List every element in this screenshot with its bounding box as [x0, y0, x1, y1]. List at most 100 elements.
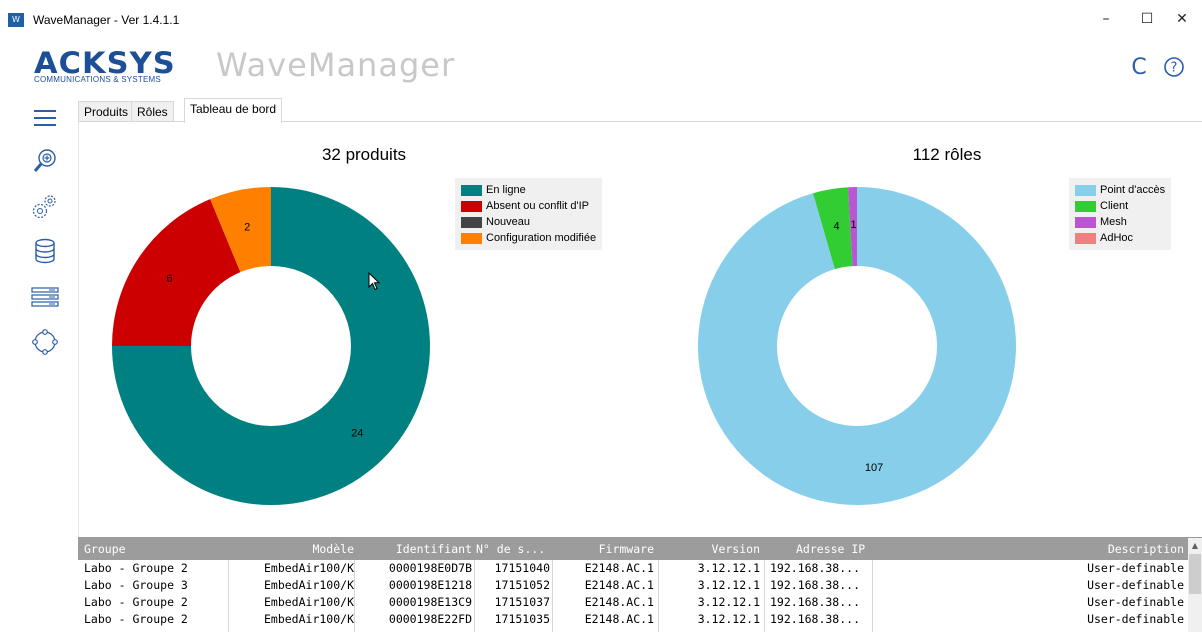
rack-glyph: [31, 287, 59, 307]
column-header-groupe[interactable]: Groupe: [84, 538, 204, 560]
cell-identifiant: 0000198E1218: [388, 578, 472, 592]
table-row[interactable]: Labo - Groupe 2 EmbedAir100/K 0000198E0D7B…: [78, 560, 1188, 577]
cell-version: 3.12.12.1: [697, 612, 760, 626]
column-divider: [552, 560, 553, 632]
legend-swatch: [1075, 184, 1096, 196]
database-icon[interactable]: [28, 234, 62, 268]
devices-table: Groupe Modèle Identifiant N° de s... Fir…: [78, 537, 1202, 632]
column-header-modele[interactable]: Modèle: [228, 538, 354, 560]
table-row[interactable]: Labo - Groupe 3 EmbedAir100/K 0000198E1218…: [78, 577, 1188, 594]
legend-item-mesh: Mesh: [1075, 214, 1165, 230]
legend-item-absent: Absent ou conflit d'IP: [461, 198, 596, 214]
legend-swatch: [461, 184, 482, 196]
legend-swatch: [461, 216, 482, 228]
column-divider: [658, 560, 659, 632]
cell-adresse-ip: 192.168.38...: [770, 612, 861, 626]
legend-item-configuration: Configuration modifiée: [461, 230, 596, 246]
table-header: Groupe Modèle Identifiant N° de s... Fir…: [78, 538, 1188, 560]
slice-label-client: 4: [834, 221, 840, 233]
column-header-adresse-ip[interactable]: Adresse IP: [796, 538, 886, 560]
column-divider: [474, 560, 475, 632]
legend-swatch: [1075, 216, 1096, 228]
column-divider: [228, 560, 229, 632]
cell-version: 3.12.12.1: [697, 595, 760, 609]
cell-identifiant: 0000198E13C9: [388, 595, 472, 609]
legend-swatch: [1075, 232, 1096, 244]
cell-firmware: E2148.AC.1: [584, 578, 654, 592]
legend-item-client: Client: [1075, 198, 1165, 214]
products-legend: En ligne Absent ou conflit d'IP Nouveau …: [455, 178, 603, 250]
cell-numero-serie: 17151035: [494, 612, 550, 626]
table-row[interactable]: Labo - Groupe 2 EmbedAir100/K 0000198E22FD…: [78, 611, 1188, 628]
cell-modele: EmbedAir100/K: [263, 578, 354, 592]
app-name: WaveManager: [216, 46, 456, 84]
table-row[interactable]: Labo - Groupe 2 EmbedAir100/K 0000198E13C9…: [78, 594, 1188, 611]
legend-item-nouveau: Nouveau: [461, 214, 596, 230]
menu-icon-bars: [34, 110, 56, 126]
cell-firmware: E2148.AC.1: [584, 561, 654, 575]
help-circle: ?: [1164, 57, 1184, 77]
cell-numero-serie: 17151052: [494, 578, 550, 592]
cell-version: 3.12.12.1: [697, 578, 760, 592]
cell-firmware: E2148.AC.1: [584, 612, 654, 626]
network-topology-icon[interactable]: [28, 325, 62, 359]
maximize-button[interactable]: ☐: [1132, 8, 1162, 30]
cell-version: 3.12.12.1: [697, 561, 760, 575]
tab-tableau-de-bord[interactable]: Tableau de bord: [184, 98, 283, 123]
column-header-identifiant[interactable]: Identifiant: [358, 538, 472, 560]
refresh-icon[interactable]: C: [1128, 56, 1150, 80]
cell-description: User-definable: [1087, 578, 1184, 592]
help-icon[interactable]: ?: [1163, 56, 1185, 80]
scroll-up-icon[interactable]: ▲: [1188, 539, 1202, 553]
window-title: WaveManager - Ver 1.4.1.1: [33, 13, 180, 27]
database-glyph: [35, 238, 55, 264]
acksys-logo-subtitle: COMMUNICATIONS & SYSTEMS: [34, 75, 161, 84]
roles-legend: Point d'accès Client Mesh AdHoc: [1069, 178, 1172, 250]
device-list-icon[interactable]: [28, 280, 62, 314]
mouse-cursor-icon: [368, 272, 381, 291]
column-header-numero-serie[interactable]: N° de s...: [476, 538, 550, 560]
cell-identifiant: 0000198E22FD: [388, 612, 472, 626]
legend-item-point-acces: Point d'accès: [1075, 182, 1165, 198]
cell-description: User-definable: [1087, 612, 1184, 626]
cell-groupe: Labo - Groupe 3: [84, 578, 188, 592]
slice-label-configuration-modifiee: 2: [244, 221, 250, 233]
settings-gears-icon[interactable]: [28, 189, 62, 223]
legend-label: Point d'accès: [1100, 184, 1166, 196]
column-divider: [872, 560, 873, 632]
column-header-version[interactable]: Version: [660, 538, 760, 560]
app-window: W WaveManager - Ver 1.4.1.1 – ☐ ✕ ACKSYS…: [0, 0, 1202, 632]
tab-bar: Produits Rôles Tableau de bord: [78, 98, 1202, 123]
column-divider: [764, 560, 765, 632]
tab-produits[interactable]: Produits: [78, 101, 135, 121]
legend-item-adhoc: AdHoc: [1075, 230, 1165, 246]
topology-glyph: [32, 329, 58, 355]
tab-roles[interactable]: Rôles: [131, 101, 174, 121]
column-header-firmware[interactable]: Firmware: [556, 538, 654, 560]
close-button[interactable]: ✕: [1167, 8, 1197, 30]
dashboard-panel: 32 produits 24 6 2 En ligne Absent ou conf…: [78, 122, 1202, 537]
legend-label: Mesh: [1100, 216, 1127, 228]
slice-label-point-acces: 107: [865, 462, 883, 474]
legend-label: Absent ou conflit d'IP: [486, 200, 589, 212]
scrollbar-thumb[interactable]: [1189, 554, 1201, 594]
column-divider: [354, 560, 355, 632]
discover-search-icon[interactable]: [28, 144, 62, 178]
menu-icon[interactable]: [28, 101, 62, 135]
title-bar: W WaveManager - Ver 1.4.1.1 – ☐ ✕: [0, 0, 1202, 38]
minimize-button[interactable]: –: [1091, 8, 1121, 30]
cell-numero-serie: 17151037: [494, 595, 550, 609]
cell-identifiant: 0000198E0D7B: [388, 561, 472, 575]
column-header-description[interactable]: Description: [1038, 538, 1184, 560]
cell-modele: EmbedAir100/K: [263, 561, 354, 575]
gears-glyph: [32, 195, 56, 219]
app-icon: W: [8, 13, 24, 27]
cell-adresse-ip: 192.168.38...: [770, 595, 861, 609]
table-scrollbar[interactable]: ▲: [1188, 538, 1202, 632]
legend-item-en-ligne: En ligne: [461, 182, 596, 198]
slice-label-en-ligne: 24: [351, 427, 363, 439]
cell-adresse-ip: 192.168.38...: [770, 561, 861, 575]
magnifier-plus-glyph: [33, 149, 56, 172]
legend-label: Nouveau: [486, 216, 531, 228]
cell-groupe: Labo - Groupe 2: [84, 561, 188, 575]
